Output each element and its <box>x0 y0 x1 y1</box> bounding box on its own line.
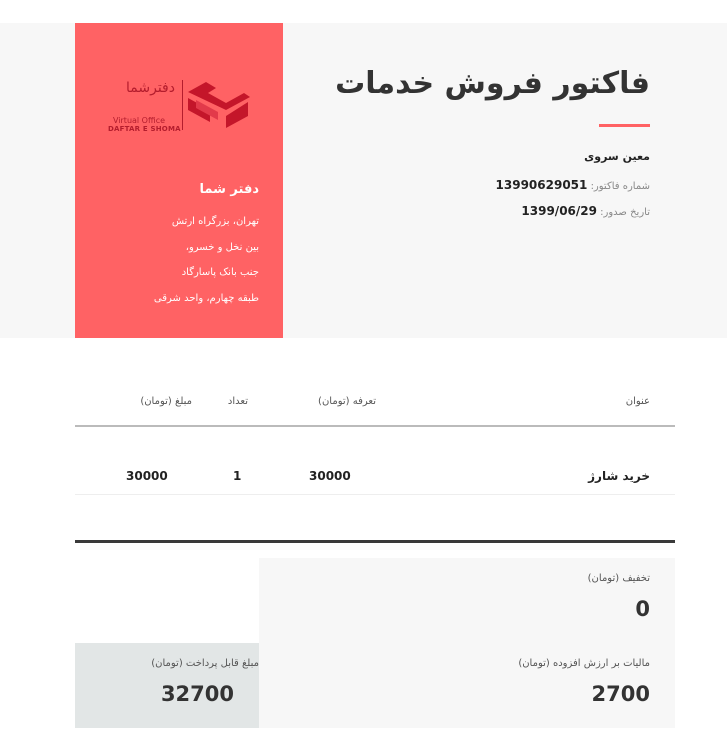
invoice-date: 1399/06/29 <box>521 204 597 218</box>
invoice-number-row: شماره فاکتور: 13990629051 <box>496 178 650 192</box>
summary-divider <box>75 540 675 543</box>
row-rate: 30000 <box>309 469 351 483</box>
payable-label: مبلغ قابل پرداخت (تومان) <box>151 658 259 669</box>
logo-mark-icon <box>188 82 250 128</box>
row-title: خرید شارژ <box>588 469 650 483</box>
row-qty: 1 <box>233 469 242 483</box>
logo-text-en-2: DAFTAR E SHOMA <box>108 125 181 133</box>
company-card <box>75 23 283 338</box>
vat-label: مالیات بر ارزش افزوده (تومان) <box>518 658 650 669</box>
col-header-title: عنوان <box>625 396 650 407</box>
address-line-1: تهران، بزرگراه ارتش <box>171 216 259 227</box>
payable-value: 32700 <box>160 682 234 706</box>
discount-value: 0 <box>635 597 650 621</box>
col-header-rate: تعرفه (تومان) <box>318 396 376 407</box>
invoice-number-label: شماره فاکتور: <box>590 181 650 192</box>
col-header-amount: مبلغ (تومان) <box>140 396 192 407</box>
invoice-title: فاکتور فروش خدمات <box>335 66 650 101</box>
customer-name: معین سروی <box>584 150 650 163</box>
invoice-date-label: تاریخ صدور: <box>600 207 650 218</box>
table-header-divider <box>75 425 675 427</box>
logo-divider <box>182 80 183 130</box>
vat-value: 2700 <box>591 682 650 706</box>
logo-text-en-1: Virtual Office <box>113 116 166 125</box>
row-amount: 30000 <box>126 469 168 483</box>
address-line-4: طبقه چهارم، واحد شرقی <box>153 293 259 304</box>
row-divider <box>75 494 675 495</box>
col-header-qty: تعداد <box>227 396 248 407</box>
discount-label: تخفیف (تومان) <box>587 573 650 584</box>
address-line-2: بین نخل و خسرو، <box>185 242 259 253</box>
invoice-date-row: تاریخ صدور: 1399/06/29 <box>521 204 650 218</box>
address-line-3: جنب بانک پاسارگاد <box>181 267 259 278</box>
company-name: دفتر شما <box>199 182 259 197</box>
invoice-number: 13990629051 <box>495 178 588 192</box>
logo-text-fa: دفترشما <box>126 80 175 96</box>
title-underline <box>599 124 650 127</box>
